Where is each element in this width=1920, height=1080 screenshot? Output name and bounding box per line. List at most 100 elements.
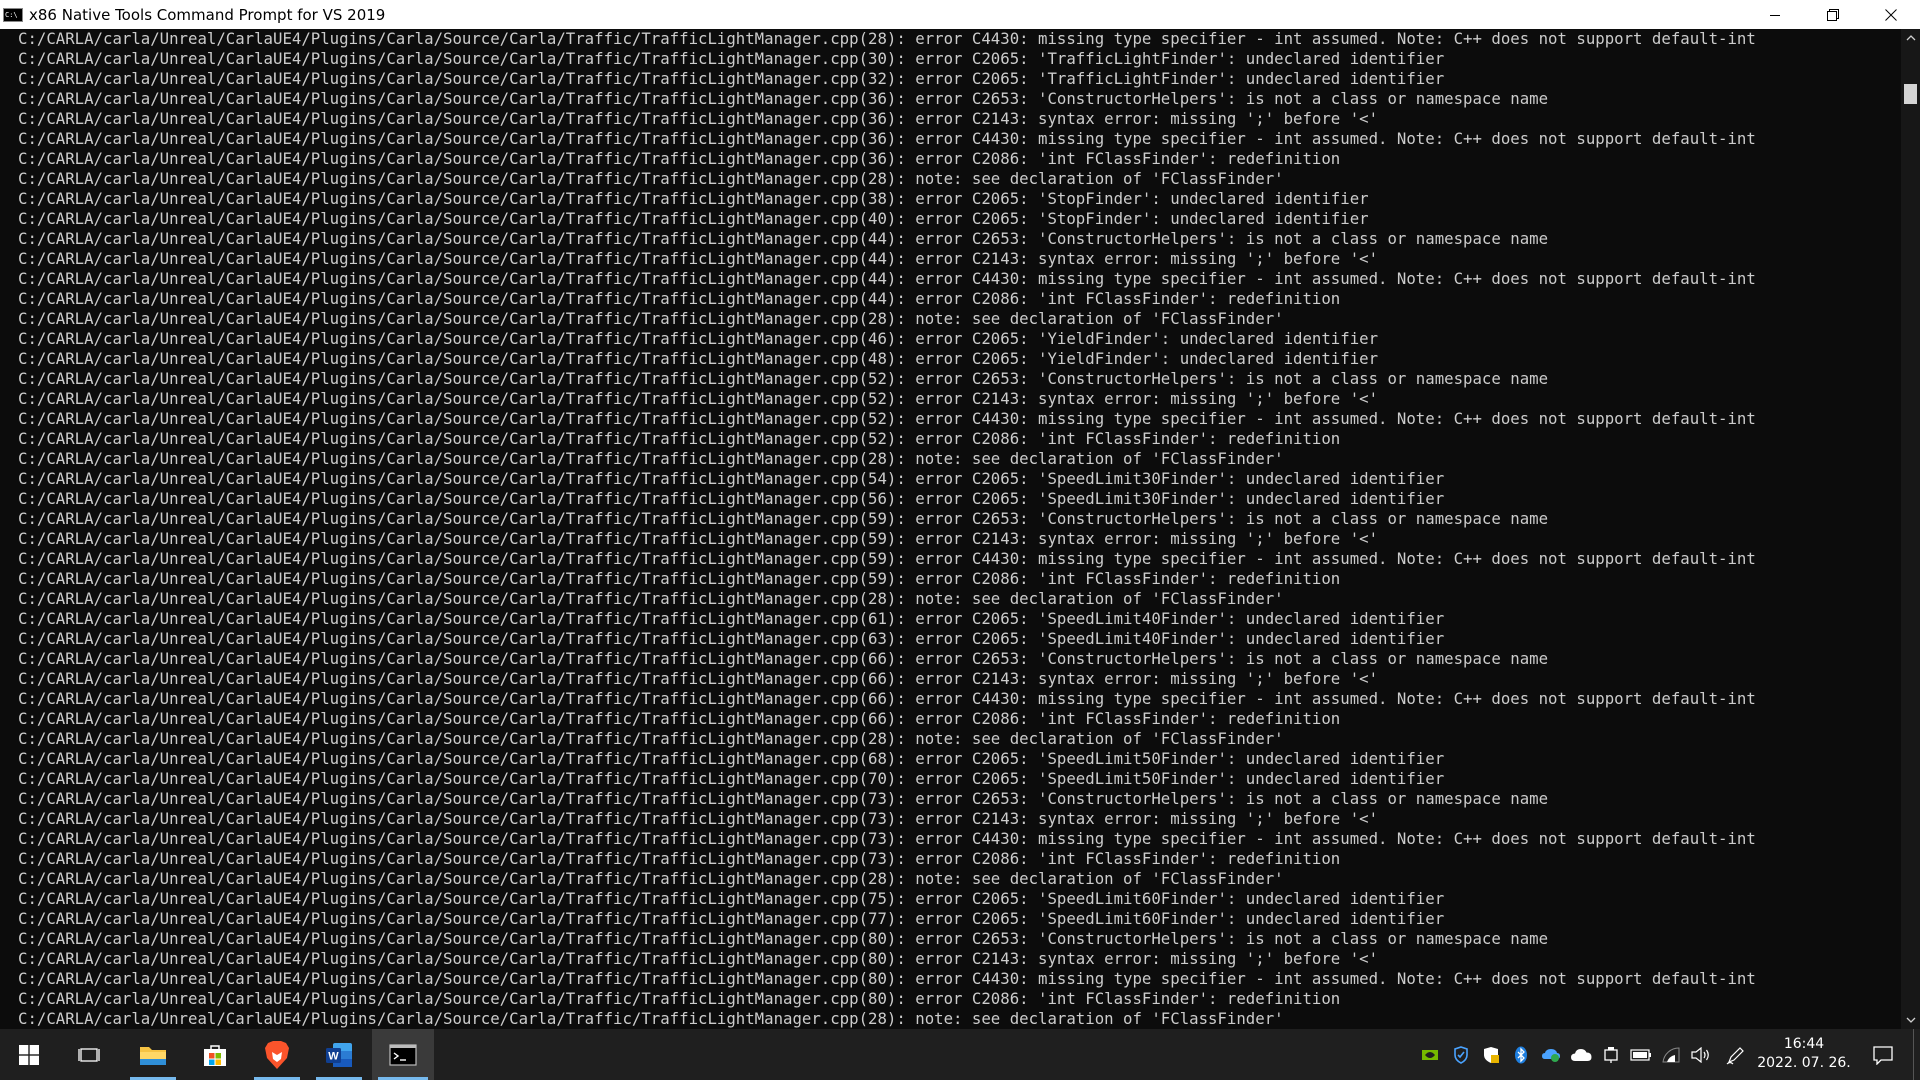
show-desktop-button[interactable] (1913, 1029, 1920, 1080)
console-line: C:/CARLA/carla/Unreal/CarlaUE4/Plugins/C… (18, 49, 1445, 68)
console-line: C:/CARLA/carla/Unreal/CarlaUE4/Plugins/C… (18, 749, 1445, 768)
taskbar-brave[interactable] (248, 1029, 306, 1080)
window-controls (1746, 0, 1920, 29)
console-line: C:/CARLA/carla/Unreal/CarlaUE4/Plugins/C… (18, 589, 1284, 608)
console-line: C:/CARLA/carla/Unreal/CarlaUE4/Plugins/C… (18, 69, 1445, 88)
chevron-down-icon (1906, 1017, 1915, 1023)
minimize-button[interactable] (1746, 0, 1804, 29)
console-line: C:/CARLA/carla/Unreal/CarlaUE4/Plugins/C… (18, 269, 1756, 288)
restore-icon (1827, 8, 1839, 21)
console-line: C:/CARLA/carla/Unreal/CarlaUE4/Plugins/C… (18, 969, 1756, 988)
console-line: C:/CARLA/carla/Unreal/CarlaUE4/Plugins/C… (18, 329, 1379, 348)
nvidia-icon (1422, 1049, 1438, 1060)
console-line: C:/CARLA/carla/Unreal/CarlaUE4/Plugins/C… (18, 689, 1756, 708)
console-line: C:/CARLA/carla/Unreal/CarlaUE4/Plugins/C… (18, 449, 1284, 468)
console-line: C:/CARLA/carla/Unreal/CarlaUE4/Plugins/C… (18, 609, 1445, 628)
console-line: C:/CARLA/carla/Unreal/CarlaUE4/Plugins/C… (18, 129, 1756, 148)
task-view-icon (78, 1047, 100, 1062)
console-line: C:/CARLA/carla/Unreal/CarlaUE4/Plugins/C… (18, 169, 1284, 188)
task-view-button[interactable] (60, 1029, 118, 1080)
chevron-up-icon (1906, 35, 1915, 41)
console-line: C:/CARLA/carla/Unreal/CarlaUE4/Plugins/C… (18, 489, 1445, 508)
console-line: C:/CARLA/carla/Unreal/CarlaUE4/Plugins/C… (18, 109, 1379, 128)
device-icon (1604, 1046, 1618, 1063)
vertical-scrollbar[interactable] (1901, 29, 1920, 1029)
minimize-icon (1770, 14, 1780, 16)
scroll-down-button[interactable] (1901, 1011, 1920, 1029)
clock-date: 2022. 07. 26. (1757, 1055, 1851, 1071)
console-line: C:/CARLA/carla/Unreal/CarlaUE4/Plugins/C… (18, 569, 1341, 588)
console-line: C:/CARLA/carla/Unreal/CarlaUE4/Plugins/C… (18, 429, 1341, 448)
taskbar-file-explorer[interactable] (124, 1029, 182, 1080)
console-line: C:/CARLA/carla/Unreal/CarlaUE4/Plugins/C… (18, 889, 1445, 908)
network-sync-icon (1542, 1048, 1560, 1062)
console-line: C:/CARLA/carla/Unreal/CarlaUE4/Plugins/C… (18, 29, 1756, 48)
pen-icon (1726, 1046, 1744, 1064)
console-line: C:/CARLA/carla/Unreal/CarlaUE4/Plugins/C… (18, 229, 1549, 248)
wifi-icon (1662, 1046, 1680, 1062)
scroll-up-button[interactable] (1901, 29, 1920, 47)
title-bar[interactable]: C:\ x86 Native Tools Command Prompt for … (0, 0, 1920, 29)
console-line: C:/CARLA/carla/Unreal/CarlaUE4/Plugins/C… (18, 549, 1756, 568)
action-center-button[interactable] (1868, 1029, 1898, 1080)
tray-onedrive[interactable] (1569, 1029, 1593, 1080)
console-text: C:/CARLA/carla/Unreal/CarlaUE4/Plugins/C… (0, 29, 1901, 1029)
console-line: C:/CARLA/carla/Unreal/CarlaUE4/Plugins/C… (18, 769, 1445, 788)
cmd-app-icon: C:\ (3, 7, 23, 22)
brave-lion-icon (265, 1040, 289, 1069)
close-button[interactable] (1862, 0, 1920, 29)
console-line: C:/CARLA/carla/Unreal/CarlaUE4/Plugins/C… (18, 809, 1379, 828)
volume-icon (1691, 1046, 1709, 1063)
console-line: C:/CARLA/carla/Unreal/CarlaUE4/Plugins/C… (18, 1009, 1284, 1028)
clock-time: 16:44 (1783, 1036, 1825, 1052)
console-line: C:/CARLA/carla/Unreal/CarlaUE4/Plugins/C… (18, 209, 1369, 228)
console-line: C:/CARLA/carla/Unreal/CarlaUE4/Plugins/C… (18, 409, 1756, 428)
taskbar-word[interactable]: W (310, 1029, 368, 1080)
notification-icon (1873, 1045, 1893, 1065)
folder-icon (140, 1046, 166, 1065)
tray-bluetooth[interactable] (1509, 1029, 1533, 1080)
security-shield-icon (1484, 1046, 1499, 1063)
console-output[interactable]: C:/CARLA/carla/Unreal/CarlaUE4/Plugins/C… (0, 29, 1901, 1029)
word-icon: W (326, 1042, 352, 1067)
console-line: C:/CARLA/carla/Unreal/CarlaUE4/Plugins/C… (18, 509, 1549, 528)
console-line: C:/CARLA/carla/Unreal/CarlaUE4/Plugins/C… (18, 849, 1341, 868)
close-icon (1885, 8, 1897, 21)
console-line: C:/CARLA/carla/Unreal/CarlaUE4/Plugins/C… (18, 309, 1284, 328)
console-line: C:/CARLA/carla/Unreal/CarlaUE4/Plugins/C… (18, 649, 1549, 668)
console-line: C:/CARLA/carla/Unreal/CarlaUE4/Plugins/C… (18, 349, 1379, 368)
tray-security[interactable] (1479, 1029, 1503, 1080)
tray-wifi[interactable] (1659, 1029, 1683, 1080)
console-line: C:/CARLA/carla/Unreal/CarlaUE4/Plugins/C… (18, 909, 1445, 928)
word-icon-letter: W (328, 1050, 339, 1062)
console-line: C:/CARLA/carla/Unreal/CarlaUE4/Plugins/C… (18, 149, 1341, 168)
start-button[interactable] (0, 1029, 58, 1080)
terminal-icon (389, 1043, 417, 1066)
console-line: C:/CARLA/carla/Unreal/CarlaUE4/Plugins/C… (18, 929, 1549, 948)
console-line: C:/CARLA/carla/Unreal/CarlaUE4/Plugins/C… (18, 369, 1549, 388)
console-line: C:/CARLA/carla/Unreal/CarlaUE4/Plugins/C… (18, 389, 1379, 408)
restore-button[interactable] (1804, 0, 1862, 29)
console-line: C:/CARLA/carla/Unreal/CarlaUE4/Plugins/C… (18, 529, 1379, 548)
defender-shield-icon (1454, 1045, 1468, 1064)
tray-device[interactable] (1599, 1029, 1623, 1080)
tray-nvidia[interactable] (1418, 1029, 1442, 1080)
windows-logo-icon (19, 1044, 39, 1065)
taskbar-microsoft-store[interactable] (186, 1029, 244, 1080)
console-line: C:/CARLA/carla/Unreal/CarlaUE4/Plugins/C… (18, 789, 1549, 808)
tray-defender[interactable] (1449, 1029, 1473, 1080)
console-line: C:/CARLA/carla/Unreal/CarlaUE4/Plugins/C… (18, 869, 1284, 888)
tray-network-sync[interactable] (1539, 1029, 1563, 1080)
console-line: C:/CARLA/carla/Unreal/CarlaUE4/Plugins/C… (18, 249, 1379, 268)
tray-pen[interactable] (1724, 1029, 1748, 1080)
console-line: C:/CARLA/carla/Unreal/CarlaUE4/Plugins/C… (18, 729, 1284, 748)
scroll-thumb[interactable] (1904, 84, 1917, 104)
console-line: C:/CARLA/carla/Unreal/CarlaUE4/Plugins/C… (18, 989, 1341, 1008)
tray-volume[interactable] (1689, 1029, 1713, 1080)
taskbar-clock[interactable]: 16:44 2022. 07. 26. (1752, 1035, 1856, 1073)
store-icon (204, 1044, 226, 1066)
onedrive-cloud-icon (1571, 1048, 1592, 1061)
taskbar-command-prompt[interactable] (372, 1029, 434, 1080)
window-title: x86 Native Tools Command Prompt for VS 2… (29, 5, 386, 24)
tray-battery[interactable] (1629, 1029, 1653, 1080)
